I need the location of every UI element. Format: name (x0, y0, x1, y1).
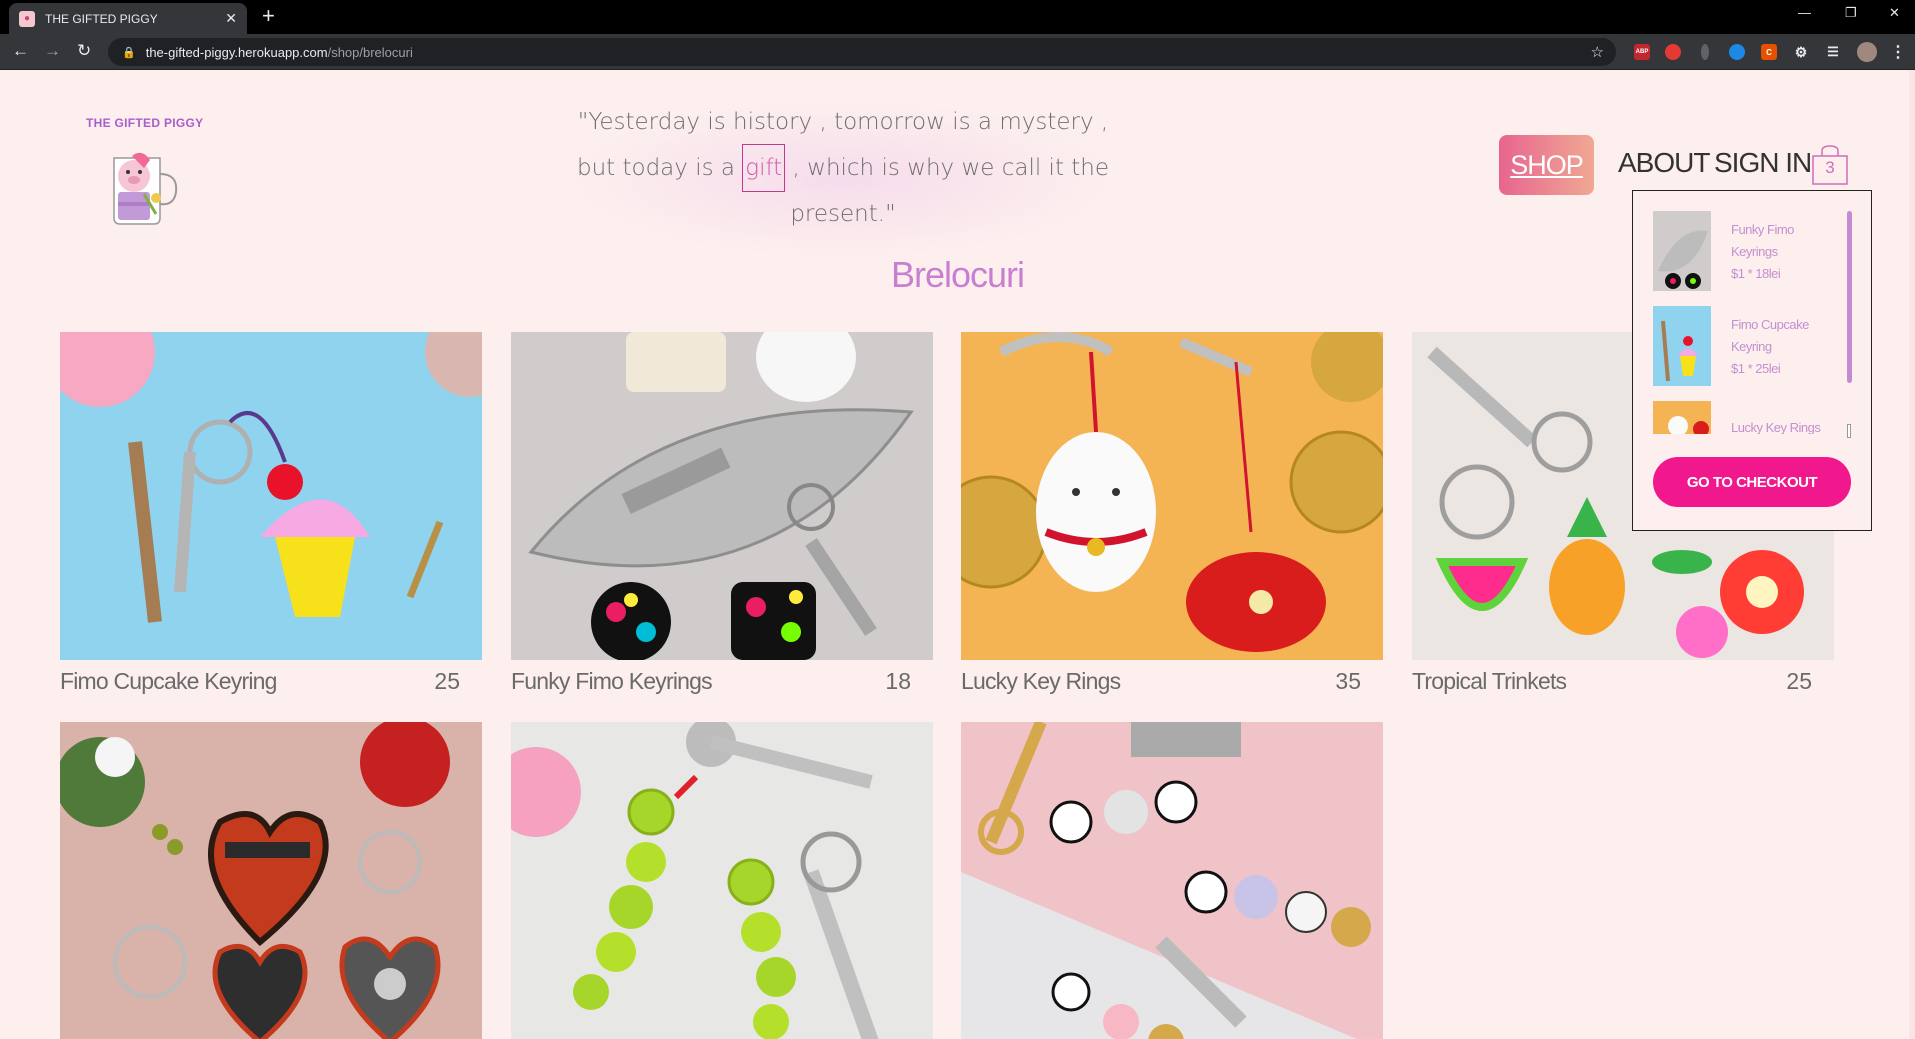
url-path: /shop/brelocuri (327, 44, 413, 60)
back-icon[interactable]: ← (12, 41, 29, 61)
product-price: 25 (1786, 668, 1812, 694)
cart-item[interactable]: Fimo Cupcake Keyring $1 * 25lei (1653, 306, 1843, 386)
cart-button[interactable]: 3 (1811, 144, 1849, 186)
extensions-puzzle-icon[interactable]: ⚙ (1793, 44, 1809, 60)
product-image-button-snakes[interactable] (511, 722, 933, 1039)
cart-item[interactable]: Funky Fimo Keyrings $1 * 18lei (1653, 211, 1843, 291)
nav-shop-link[interactable]: SHOP (1499, 135, 1594, 195)
nav-sign-in-link[interactable]: SIGN IN (1714, 147, 1812, 179)
product-card[interactable]: Funky Fimo Keyrings 18 (511, 332, 933, 694)
cart-item-thumbnail (1653, 306, 1711, 386)
button-snakes-image (511, 722, 933, 1039)
product-image-cupcake-keyring[interactable] (60, 332, 482, 660)
product-image-bead-keyrings[interactable] (961, 722, 1383, 1039)
product-card[interactable] (511, 722, 933, 1039)
product-image-lucky-key-rings[interactable] (961, 332, 1383, 660)
product-card[interactable]: Fimo Cupcake Keyring 25 (60, 332, 482, 694)
quote-gift-highlight: gift (742, 144, 786, 192)
forward-icon[interactable]: → (44, 41, 61, 61)
adblock-extension-icon[interactable]: ABP (1634, 44, 1650, 60)
profile-avatar[interactable] (1857, 42, 1877, 62)
product-price: 18 (885, 668, 911, 694)
product-name[interactable]: Fimo Cupcake Keyring (60, 668, 277, 695)
cart-item-name: Lucky Key Rings (1731, 420, 1821, 434)
product-name[interactable]: Tropical Trinkets (1412, 668, 1567, 695)
header-quote: "Yesterday is history , tomorrow is a my… (568, 100, 1118, 258)
url-host: the-gifted-piggy.herokuapp.com (145, 44, 328, 60)
cart-dropdown-scroll-handle[interactable] (1847, 424, 1851, 438)
cart-count-badge: 3 (1825, 158, 1835, 177)
lock-icon: 🔒 (122, 46, 136, 59)
logo-text: THE GIFTED PIGGY (86, 116, 204, 130)
product-image-heart-keyrings[interactable] (60, 722, 482, 1039)
product-image-funky-keyrings[interactable] (511, 332, 933, 660)
product-card[interactable] (60, 722, 482, 1039)
cart-dropdown-scrollbar[interactable] (1847, 211, 1852, 383)
cart-item-qty-price: $1 * 25lei (1731, 361, 1781, 376)
bookmark-star-icon[interactable]: ☆ (1591, 43, 1604, 61)
tab-title: THE GIFTED PIGGY (45, 11, 158, 26)
menu-kebab-icon[interactable]: ⋮ (1890, 44, 1906, 61)
url-input[interactable]: 🔒 the-gifted-piggy.herokuapp.com/shop/br… (108, 38, 1616, 66)
page-scrollbar[interactable] (1909, 70, 1915, 1039)
close-window-icon[interactable]: ✕ (1889, 5, 1900, 21)
address-bar: ← → ↻ 🔒 the-gifted-piggy.herokuapp.com/s… (0, 34, 1915, 70)
browser-tabbar: ● THE GIFTED PIGGY ✕ + — ❐ ✕ (0, 0, 1915, 34)
funky-keyrings-image (511, 332, 933, 660)
cart-item-qty-price: $1 * 18lei (1731, 266, 1781, 281)
extension-icon[interactable]: C (1761, 44, 1777, 60)
product-card[interactable] (961, 722, 1383, 1039)
piggy-favicon-icon: ● (19, 10, 35, 27)
site-logo[interactable]: THE GIFTED PIGGY (86, 116, 206, 236)
minimize-icon[interactable]: — (1798, 5, 1811, 20)
product-price: 25 (434, 668, 460, 694)
cart-dropdown: Funky Fimo Keyrings $1 * 18lei Fimo Cupc… (1632, 190, 1872, 531)
cupcake-keyring-image (60, 332, 482, 660)
extension-icon[interactable] (1665, 44, 1681, 60)
product-price: 35 (1335, 668, 1361, 694)
cart-item-name: Funky Fimo Keyrings (1731, 222, 1794, 259)
extension-icon[interactable] (1701, 44, 1709, 60)
bead-keyrings-image (961, 722, 1383, 1039)
page-content: THE GIFTED PIGGY "Yesterday is history ,… (0, 70, 1915, 1039)
cart-item[interactable]: Lucky Key Rings (1653, 401, 1843, 434)
browser-tab[interactable]: ● THE GIFTED PIGGY ✕ (9, 3, 247, 34)
reload-icon[interactable]: ↻ (77, 41, 91, 61)
close-tab-icon[interactable]: ✕ (225, 10, 237, 27)
restore-icon[interactable]: ❐ (1845, 5, 1857, 21)
checkout-button[interactable]: GO TO CHECKOUT (1653, 457, 1851, 507)
heart-keyrings-image (60, 722, 482, 1039)
product-name[interactable]: Lucky Key Rings (961, 668, 1121, 695)
nav-about-link[interactable]: ABOUT (1618, 147, 1710, 179)
cart-item-thumbnail (1653, 401, 1711, 434)
page-title: Brelocuri (890, 254, 1025, 295)
lucky-key-rings-image (961, 332, 1383, 660)
new-tab-icon[interactable]: + (262, 4, 275, 28)
quote-text-end: , which is why we call it the present." (790, 155, 1110, 227)
media-control-icon[interactable]: ☰ (1825, 44, 1841, 60)
extension-icon[interactable] (1729, 44, 1745, 60)
product-name[interactable]: Funky Fimo Keyrings (511, 668, 713, 695)
cart-item-thumbnail (1653, 211, 1711, 291)
product-card[interactable]: Lucky Key Rings 35 (961, 332, 1383, 694)
piggy-mug-icon (113, 152, 178, 225)
cart-item-name: Fimo Cupcake Keyring (1731, 317, 1809, 354)
